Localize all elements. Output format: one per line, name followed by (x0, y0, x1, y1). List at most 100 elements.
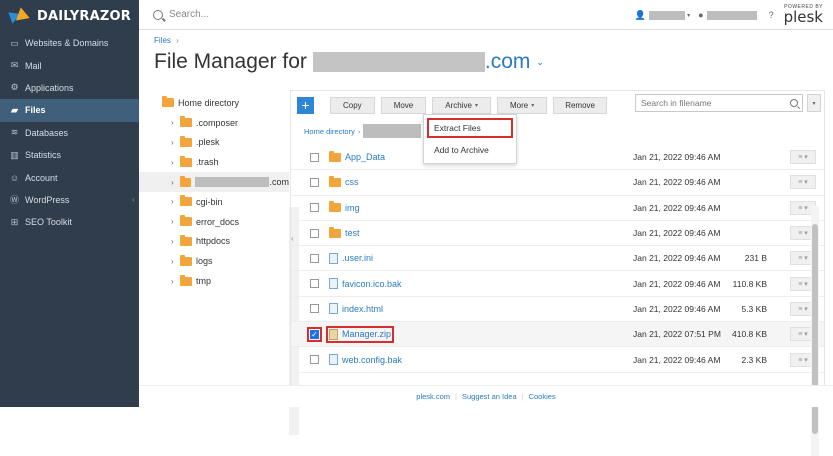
file-name-link[interactable]: index.html (329, 303, 383, 315)
chevron-right-icon[interactable]: › (171, 277, 180, 286)
help-icon[interactable]: ? (769, 10, 774, 20)
table-row[interactable]: ✓ Manager.zip Jan 21, 2022 07:51 PM 410.8 K… (291, 322, 824, 348)
row-actions-menu-button[interactable]: ≡ ▾ (790, 175, 816, 190)
plesk-logo: POWERED BY plesk (784, 5, 823, 25)
row-checkbox[interactable] (310, 304, 319, 314)
file-name-link[interactable]: web.config.bak (329, 354, 402, 366)
table-row[interactable]: web.config.bak Jan 21, 2022 09:46 AM 2.3 K… (291, 347, 824, 373)
chevron-down-icon: ▾ (687, 12, 691, 19)
row-checkbox[interactable] (310, 228, 319, 238)
row-actions-menu-button[interactable]: ≡ ▾ (790, 150, 816, 165)
file-list-scrollbar[interactable] (811, 206, 819, 456)
row-checkbox[interactable] (310, 253, 319, 263)
tree-item-label: .trash (196, 157, 219, 168)
file-modified-date: Jan 21, 2022 09:46 AM (633, 253, 721, 264)
tree-item[interactable]: › .trash (153, 152, 293, 172)
search-options-dropdown[interactable]: ▾ (807, 94, 821, 112)
table-row[interactable]: img Jan 21, 2022 09:46 AM ≡ ▾ (291, 196, 824, 221)
tree-item-domain[interactable]: › .com (139, 172, 289, 192)
sidebar-item-applications[interactable]: ⚙ Applications (0, 77, 139, 99)
file-name-link[interactable]: img (329, 201, 360, 213)
row-checkbox[interactable] (310, 177, 319, 187)
archive-button[interactable]: Archive ▾ (432, 96, 491, 114)
chevron-right-icon[interactable]: › (171, 178, 180, 187)
sidebar-item-websites-domains[interactable]: ▭ Websites & Domains (0, 32, 139, 54)
sidebar-item-label: Account (25, 172, 58, 183)
file-name-label: img (345, 202, 360, 213)
sidebar-item-wordpress[interactable]: Ⓦ WordPress (0, 189, 139, 211)
tree-item[interactable]: › error_docs (153, 212, 293, 232)
row-checkbox[interactable]: ✓ (307, 326, 322, 342)
tree-item[interactable]: › httpdocs (153, 232, 293, 252)
table-row[interactable]: test Jan 21, 2022 09:46 AM ≡ ▾ (291, 221, 824, 247)
row-checkbox[interactable] (310, 152, 319, 162)
sidebar-item-files[interactable]: ▰ Files (0, 99, 139, 122)
chevron-down-icon: ▾ (531, 102, 535, 109)
file-name-link[interactable]: .user.ini (329, 252, 373, 264)
file-name-link[interactable]: Manager.zip (325, 325, 395, 343)
sidebar-item-account[interactable]: ☺ Account (0, 166, 139, 188)
footer-link-cookies[interactable]: Cookies (529, 392, 556, 401)
redacted-subscription[interactable] (706, 10, 757, 20)
file-name-link[interactable]: App_Data (329, 150, 385, 162)
chevron-right-icon[interactable]: › (171, 217, 180, 226)
add-button[interactable]: + (297, 96, 314, 114)
move-button[interactable]: Move (380, 96, 427, 114)
redacted-path-segment[interactable] (363, 124, 422, 138)
breadcrumb-files[interactable]: Files (154, 36, 171, 45)
chevron-right-icon[interactable]: › (171, 197, 180, 206)
tree-item-home[interactable]: Home directory (153, 93, 293, 113)
page-title-prefix: File Manager for (154, 50, 307, 73)
sidebar-nav: ▭ Websites & Domains ✉ Mail ⚙ Applications … (0, 32, 139, 234)
chevron-right-icon[interactable]: › (171, 257, 180, 266)
remove-button[interactable]: Remove (553, 96, 607, 114)
sidebar-item-seo-toolkit[interactable]: ⊞ SEO Toolkit (0, 211, 139, 233)
filename-search-input[interactable]: Search in filename (635, 94, 803, 112)
chevron-down-icon: ▾ (474, 102, 478, 109)
tree-item[interactable]: › .composer (153, 113, 293, 133)
table-row[interactable]: index.html Jan 21, 2022 09:46 AM 5.3 KB ≡ ▾ (291, 297, 824, 323)
folder-icon (180, 215, 192, 227)
chevron-right-icon[interactable]: › (171, 158, 180, 167)
file-size: 2.3 KB (741, 354, 767, 365)
table-row[interactable]: App_Data Jan 21, 2022 09:46 AM ≡ ▾ (291, 145, 824, 171)
chevron-right-icon[interactable]: › (171, 138, 180, 147)
chevron-right-icon[interactable]: › (171, 237, 180, 246)
sidebar-item-databases[interactable]: ≋ Databases (0, 122, 139, 144)
file-name-link[interactable]: favicon.ico.bak (329, 278, 402, 290)
tree-item[interactable]: › .plesk (153, 133, 293, 153)
sidebar-item-mail[interactable]: ✉ Mail (0, 54, 139, 76)
chevron-right-icon[interactable]: › (171, 118, 180, 127)
chevron-down-icon[interactable]: ⌄ (536, 57, 544, 68)
path-home-link[interactable]: Home directory (304, 127, 355, 136)
file-size: 410.8 KB (732, 329, 767, 340)
tree-item[interactable]: › logs (153, 251, 293, 271)
page-title-domain[interactable]: .com (485, 50, 531, 74)
row-checkbox[interactable] (310, 279, 319, 289)
tree-item[interactable]: › cgi-bin (153, 192, 293, 212)
table-row[interactable]: css Jan 21, 2022 09:46 AM ≡ ▾ (291, 170, 824, 196)
row-checkbox[interactable] (310, 355, 319, 365)
global-search[interactable]: Search... (153, 9, 209, 20)
file-name-link[interactable]: css (329, 175, 359, 187)
copy-button[interactable]: Copy (330, 96, 375, 114)
redacted-username[interactable] (649, 10, 686, 20)
more-button[interactable]: More ▾ (496, 96, 548, 114)
global-search-input[interactable]: Search... (169, 9, 209, 20)
row-checkbox[interactable] (310, 203, 319, 213)
tree-item[interactable]: › tmp (153, 271, 293, 291)
table-row[interactable]: favicon.ico.bak Jan 21, 2022 09:46 AM 110.… (291, 271, 824, 297)
footer-link-suggest-idea[interactable]: Suggest an Idea (462, 392, 517, 401)
footer-link-plesk[interactable]: plesk.com (416, 392, 450, 401)
menu-item-add-to-archive[interactable]: Add to Archive (424, 140, 516, 160)
filename-search-placeholder: Search in filename (641, 98, 712, 108)
menu-item-extract-files[interactable]: Extract Files (427, 118, 513, 138)
breadcrumb-separator: › (176, 36, 179, 45)
file-name-label: favicon.ico.bak (342, 278, 402, 289)
table-row[interactable]: .user.ini Jan 21, 2022 09:46 AM 231 B ≡ ▾ (291, 246, 824, 272)
brand-logo[interactable]: DAILYRAZOR (0, 0, 139, 32)
file-modified-date: Jan 21, 2022 09:46 AM (633, 228, 721, 239)
file-name-link[interactable]: test (329, 226, 360, 238)
sidebar-item-statistics[interactable]: ▥ Statistics (0, 144, 139, 166)
search-icon[interactable] (790, 99, 798, 107)
